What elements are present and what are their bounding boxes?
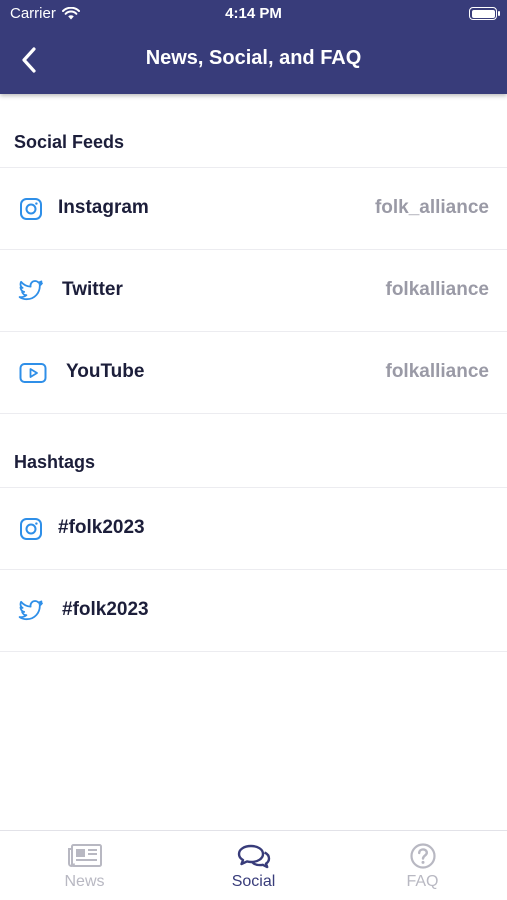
row-handle: folk_alliance [374,197,489,218]
row-handle: folkalliance [385,279,490,300]
row-label: YouTube [66,361,145,382]
clock: 4:14 PM [225,5,282,22]
row-handle: folkalliance [385,361,490,382]
tab-social[interactable]: Social [169,831,338,900]
social-row-youtube[interactable]: YouTube folkalliance [0,332,507,414]
row-label: #folk2023 [62,599,149,620]
instagram-icon [17,515,45,543]
tab-news[interactable]: News [0,831,169,900]
row-label: #folk2023 [58,517,145,538]
section-title: Social Feeds [14,132,125,152]
social-row-twitter[interactable]: Twitter folkalliance [0,250,507,332]
twitter-icon [17,597,45,625]
tab-label: FAQ [406,873,439,890]
section-header-social-feeds: Social Feeds [0,94,507,168]
question-circle-icon [338,841,507,871]
header: Carrier 4:14 PM News, Social, and FAQ [0,0,507,94]
page-title: News, Social, and FAQ [145,47,362,69]
instagram-icon [17,195,45,223]
section-title: Hashtags [14,452,96,472]
youtube-icon [19,359,47,387]
hashtag-row-twitter[interactable]: #folk2023 [0,570,507,652]
tab-bar: News Social FAQ [0,830,507,900]
battery-icon [469,7,500,20]
row-label: Twitter [62,279,123,300]
navigation-bar: News, Social, and FAQ [0,28,507,94]
tab-faq[interactable]: FAQ [338,831,507,900]
twitter-icon [17,277,45,305]
hashtag-row-instagram[interactable]: #folk2023 [0,488,507,570]
back-button[interactable] [12,42,46,78]
chat-bubbles-icon [169,841,338,871]
section-header-hashtags: Hashtags [0,414,507,488]
chevron-left-icon [22,47,36,73]
row-label: Instagram [58,197,149,218]
tab-label: Social [231,873,276,890]
tab-label: News [64,873,105,890]
status-bar: Carrier 4:14 PM [0,0,507,28]
newspaper-icon [0,841,169,871]
social-row-instagram[interactable]: Instagram folk_alliance [0,168,507,250]
